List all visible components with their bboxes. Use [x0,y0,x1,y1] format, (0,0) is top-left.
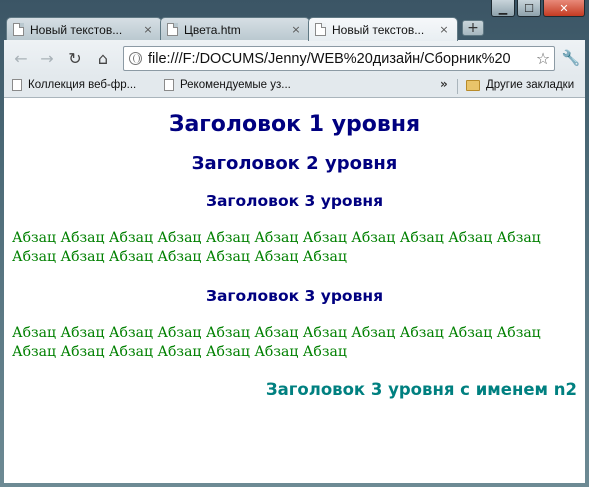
wrench-menu-icon[interactable]: 🔧 [561,48,581,68]
home-button[interactable]: ⌂ [92,48,114,70]
bookmark-star-icon[interactable]: ☆ [532,49,554,68]
heading-level-3: Заголовок 3 уровня [205,192,384,210]
paragraph: Абзац Абзац Абзац Абзац Абзац Абзац Абза… [12,325,541,360]
tab-title: Новый текстов... [332,22,425,37]
page-content: Заголовок 1 уровня Заголовок 2 уровня За… [4,98,585,483]
tab-title: Новый текстов... [30,22,123,37]
tab-close-icon[interactable]: × [289,23,303,36]
tab-title: Цвета.htm [184,22,241,37]
bookmark-web-collection[interactable]: Коллекция веб-фр... [12,79,136,91]
document-icon [164,79,174,91]
toolbar: ← → ↻ ⌂ file:///F:/DOCUMS/Jenny/WEB%20ди… [4,40,585,76]
document-icon [167,23,178,36]
globe-icon [129,52,142,65]
heading-level-1: Заголовок 1 уровня [168,112,421,137]
bookmark-label: Рекомендуемые уз... [180,79,291,91]
bookmarks-bar: Коллекция веб-фр... Рекомендуемые уз... … [4,76,585,98]
forward-button[interactable]: → [36,48,58,70]
bookmarks-overflow-chevron[interactable]: » [440,77,448,91]
bookmark-label: Коллекция веб-фр... [28,79,137,91]
url-text[interactable]: file:///F:/DOCUMS/Jenny/WEB%20дизайн/Сбо… [148,51,532,67]
other-bookmarks-label: Другие закладки [486,79,575,91]
document-icon [12,79,22,91]
reload-button[interactable]: ↻ [64,48,86,70]
tab-close-icon[interactable]: × [141,23,155,36]
bookmarks-separator [457,79,458,94]
paragraph: Абзац Абзац Абзац Абзац Абзац Абзац Абза… [12,230,541,265]
document-icon [315,23,326,36]
other-bookmarks[interactable]: Другие закладки [466,79,574,91]
address-bar[interactable]: file:///F:/DOCUMS/Jenny/WEB%20дизайн/Сбо… [123,46,555,71]
new-tab-button[interactable]: + [462,20,484,36]
heading-level-3: Заголовок 3 уровня [205,287,384,305]
browser-window: ▁ ☐ ✕ Новый текстов... × Цвета.htm × Нов… [0,0,589,487]
tab-close-icon[interactable]: × [437,23,451,36]
tab-text-document-1[interactable]: Новый текстов... × [6,17,162,41]
document-icon [13,23,24,36]
tab-text-document-active[interactable]: Новый текстов... × [308,17,458,41]
heading-level-2: Заголовок 2 уровня [191,153,398,174]
tab-colors[interactable]: Цвета.htm × [160,17,310,41]
bookmark-suggested-sites[interactable]: Рекомендуемые уз... [164,79,291,91]
tab-strip: Новый текстов... × Цвета.htm × Новый тек… [0,15,589,41]
back-button[interactable]: ← [10,48,32,70]
heading-level-3-named-n2: Заголовок 3 уровня с именем n2 [265,380,577,399]
folder-icon [466,79,480,91]
